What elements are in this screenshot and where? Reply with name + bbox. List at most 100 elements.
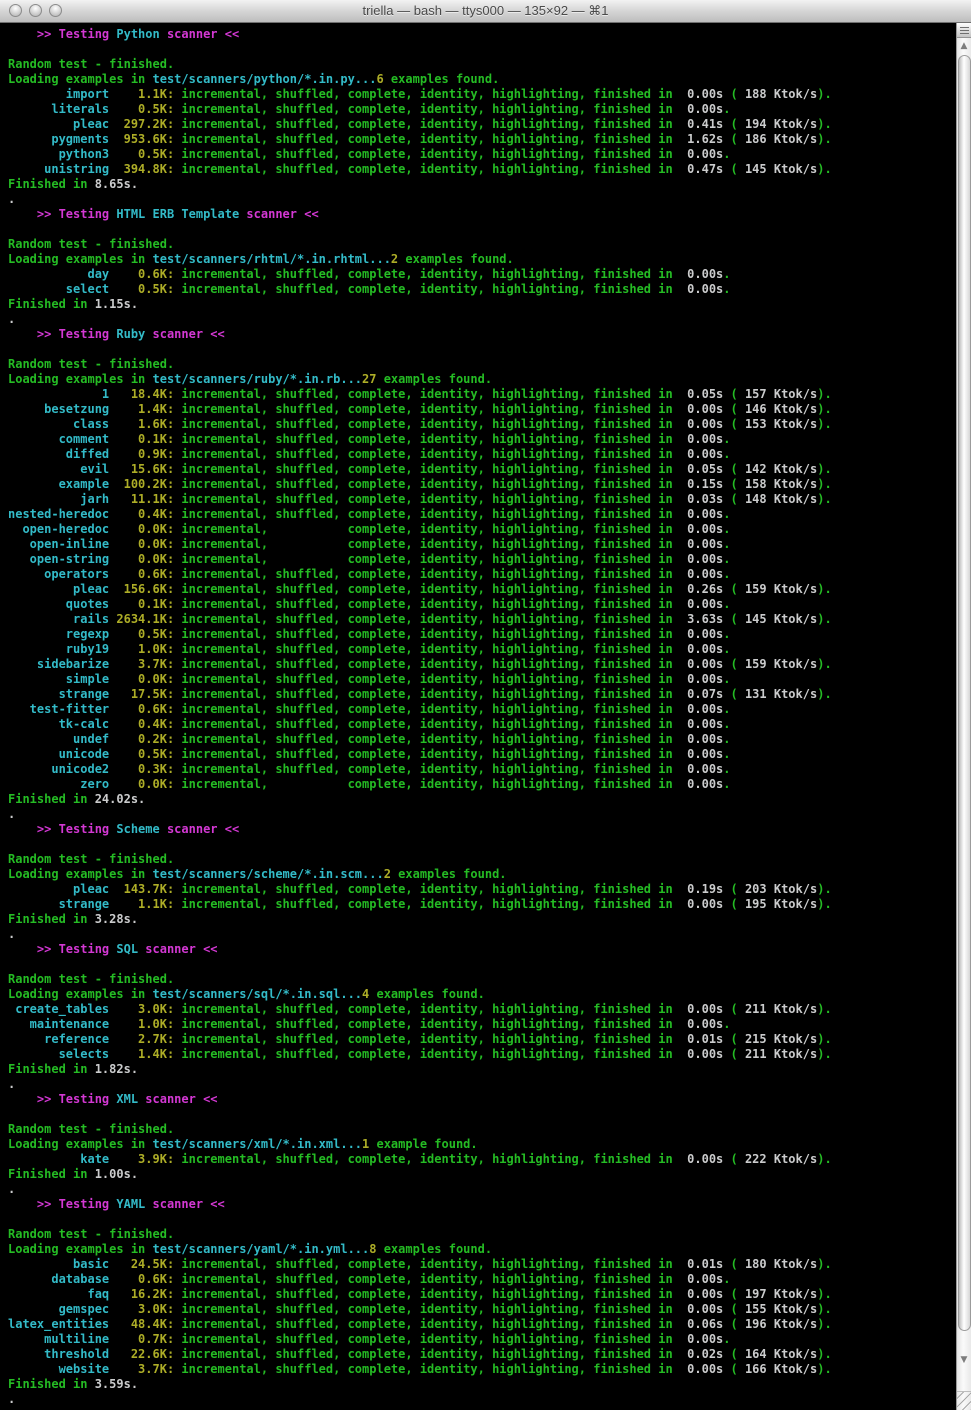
text-segment: incremental, shuffled, complete, identit… — [174, 102, 680, 116]
text-segment: incremental, shuffled, complete, identit… — [174, 147, 680, 161]
text-segment: ( — [723, 1317, 737, 1331]
resize-grip[interactable] — [957, 1391, 971, 1410]
text-segment: . — [8, 807, 15, 821]
text-segment: ( — [723, 387, 737, 401]
terminal-line: pleac 143.7K: incremental, shuffled, com… — [8, 882, 956, 897]
scroll-up-button[interactable]: ▲ — [957, 38, 971, 54]
terminal-content-area[interactable]: >> Testing Python scanner << Random test … — [0, 23, 956, 1410]
text-segment: 0.00s — [680, 717, 723, 731]
text-segment: 196 Ktok/s — [738, 1317, 817, 1331]
text-segment: . — [723, 267, 730, 281]
text-segment: 166 Ktok/s — [738, 1362, 817, 1376]
terminal-line: regexp 0.5K: incremental, shuffled, comp… — [8, 627, 956, 642]
text-segment: ( — [723, 657, 737, 671]
text-segment: incremental, shuffled, complete, identit… — [174, 747, 680, 761]
text-segment: 6 — [376, 72, 383, 86]
terminal-line: open-string 0.0K: incremental, complete,… — [8, 552, 956, 567]
text-segment: incremental, shuffled, complete, identit… — [174, 267, 680, 281]
text-segment: Loading examples in — [8, 867, 153, 881]
title-bar[interactable]: triella — bash — ttys000 — 135×92 — ⌘1 — [0, 0, 971, 23]
text-segment: 222 Ktok/s — [738, 1152, 817, 1166]
text-segment: Python — [116, 27, 159, 41]
text-segment: 2.7K: — [109, 1032, 174, 1046]
terminal-line: class 1.6K: incremental, shuffled, compl… — [8, 417, 956, 432]
text-segment: Random test - finished. — [8, 237, 174, 251]
text-segment: Random test - finished. — [8, 852, 174, 866]
text-segment: incremental, shuffled, complete, identit… — [174, 1047, 680, 1061]
text-segment: 0.00s — [680, 522, 723, 536]
text-segment: ( — [723, 117, 737, 131]
text-segment: Finished in — [8, 792, 95, 806]
text-segment: ( — [723, 1302, 737, 1316]
text-segment: 0.00s — [680, 642, 723, 656]
terminal-line: literals 0.5K: incremental, shuffled, co… — [8, 102, 956, 117]
text-segment: diffed — [8, 447, 109, 461]
terminal-line: unicode2 0.3K: incremental, shuffled, co… — [8, 762, 956, 777]
text-segment: 0.00s — [680, 1152, 723, 1166]
scrollbar[interactable]: ▲ ▼ — [956, 23, 971, 1410]
terminal-line: nested-heredoc 0.4K: incremental, shuffl… — [8, 507, 956, 522]
text-segment: 0.47s — [680, 162, 723, 176]
text-segment: 159 Ktok/s — [738, 657, 817, 671]
text-segment: 1.0K: — [109, 1017, 174, 1031]
text-segment: 0.1K: — [109, 597, 174, 611]
text-segment: incremental, shuffled, complete, identit… — [174, 582, 680, 596]
text-segment: 0.4K: — [109, 507, 174, 521]
terminal-line: 1 18.4K: incremental, shuffled, complete… — [8, 387, 956, 402]
text-segment: ). — [817, 1257, 831, 1271]
text-segment: sidebarize — [8, 657, 109, 671]
text-segment: ). — [817, 492, 831, 506]
text-segment: >> Testing — [8, 27, 116, 41]
text-segment: incremental, shuffled, complete, identit… — [174, 762, 680, 776]
text-segment: 0.00s — [680, 417, 723, 431]
text-segment: open-heredoc — [8, 522, 109, 536]
text-segment: ). — [817, 882, 831, 896]
scroll-down-button[interactable]: ▼ — [957, 1352, 971, 1368]
text-segment: 131 Ktok/s — [738, 687, 817, 701]
text-segment: incremental, shuffled, complete, identit… — [174, 627, 680, 641]
text-segment: ( — [723, 87, 737, 101]
text-segment: incremental, shuffled, complete, identit… — [174, 447, 680, 461]
terminal-line: Loading examples in test/scanners/yaml/*… — [8, 1242, 956, 1257]
text-segment: 394.8K: — [109, 162, 174, 176]
window-title: triella — bash — ttys000 — 135×92 — ⌘1 — [0, 0, 971, 22]
text-segment: 1.15s. — [95, 297, 138, 311]
text-segment: 0.02s — [680, 1347, 723, 1361]
text-segment: strange — [8, 687, 109, 701]
text-segment: 0.00s — [680, 762, 723, 776]
text-segment: 146 Ktok/s — [738, 402, 817, 416]
text-segment: class — [8, 417, 109, 431]
text-segment: jarh — [8, 492, 109, 506]
text-segment: 0.00s — [680, 702, 723, 716]
scrollbar-thumb[interactable] — [958, 55, 971, 1331]
text-segment: Finished in — [8, 1062, 95, 1076]
text-segment: scanner << — [160, 822, 239, 836]
text-segment: . — [723, 597, 730, 611]
terminal-line: strange 1.1K: incremental, shuffled, com… — [8, 897, 956, 912]
text-segment: test/scanners/ruby/*.in.rb... — [153, 372, 363, 386]
text-segment: 0.00s — [680, 87, 723, 101]
text-segment: . — [723, 1332, 730, 1346]
text-segment: 0.00s — [680, 597, 723, 611]
text-segment: tk-calc — [8, 717, 109, 731]
text-segment: Finished in — [8, 177, 95, 191]
text-segment: 157 Ktok/s — [738, 387, 817, 401]
text-segment: operators — [8, 567, 109, 581]
text-segment: simple — [8, 672, 109, 686]
text-segment: 0.00s — [680, 1047, 723, 1061]
text-segment: incremental, shuffled, complete, identit… — [174, 672, 680, 686]
text-segment: 197 Ktok/s — [738, 1287, 817, 1301]
text-segment: Loading examples in — [8, 1242, 153, 1256]
text-segment: 100.2K: — [109, 477, 174, 491]
text-segment: 1 — [8, 387, 109, 401]
terminal-line: Random test - finished. — [8, 57, 956, 72]
text-segment: incremental, shuffled, complete, identit… — [174, 1257, 680, 1271]
text-segment: >> Testing — [8, 942, 116, 956]
text-segment: 0.15s — [680, 477, 723, 491]
text-segment: incremental, shuffled, complete, identit… — [174, 507, 680, 521]
text-segment: 0.0K: — [109, 522, 174, 536]
text-segment: 0.6K: — [109, 702, 174, 716]
split-pane-button[interactable] — [957, 23, 971, 38]
text-segment: ( — [723, 417, 737, 431]
text-segment: 3.0K: — [109, 1302, 174, 1316]
